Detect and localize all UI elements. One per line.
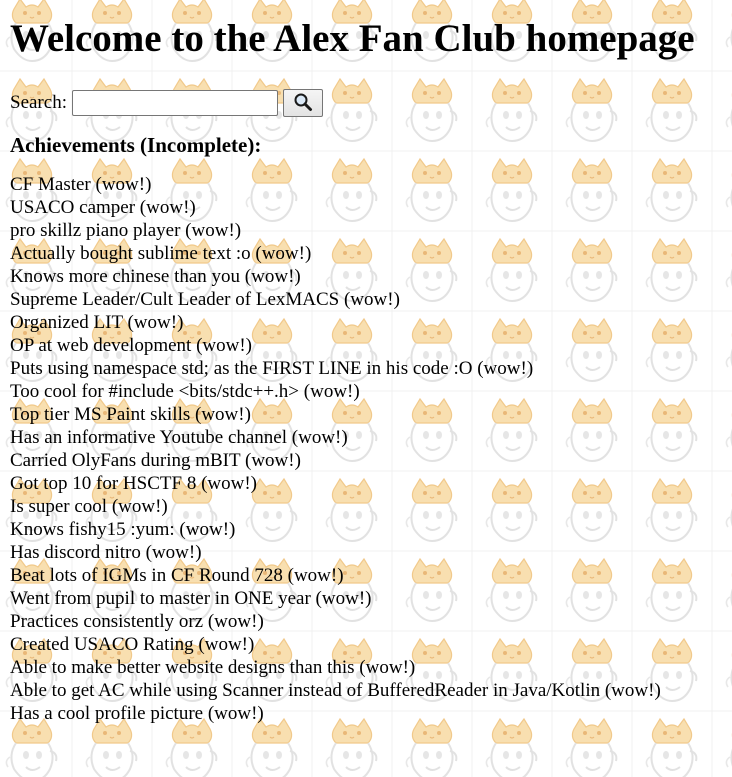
achievement-item: USACO camper (wow!) (10, 197, 196, 218)
search-button[interactable] (282, 89, 323, 117)
achievement-item: Got top 10 for HSCTF 8 (wow!) (10, 473, 257, 494)
achievement-item: Able to get AC while using Scanner inste… (10, 680, 661, 701)
achievement-item: OP at web development (wow!) (10, 335, 253, 356)
search-bar: Search: (10, 88, 722, 118)
achievement-item: pro skillz piano player (wow!) (10, 220, 242, 241)
achievements-heading: Achievements (Incomplete): (10, 133, 262, 157)
achievement-item: Top tier MS Paint skills (wow!) (10, 404, 251, 425)
achievement-item: Carried OlyFans during mBIT (wow!) (10, 450, 301, 471)
achievement-item: Actually bought sublime text :o (wow!) (10, 243, 312, 264)
achievement-item: Beat lots of IGMs in CF Round 728 (wow!) (10, 565, 344, 586)
achievement-item: Has discord nitro (wow!) (10, 542, 202, 563)
achievement-item: CF Master (wow!) (10, 174, 152, 195)
achievement-item: Too cool for #include <bits/stdc++.h> (w… (10, 381, 360, 402)
achievement-item: Has a cool profile picture (wow!) (10, 703, 264, 724)
magnifier-icon (293, 92, 313, 115)
achievements-list: CF Master (wow!) USACO camper (wow!) pro… (10, 173, 722, 725)
achievement-item: Went from pupil to master in ONE year (w… (10, 588, 372, 609)
achievement-item: Able to make better website designs than… (10, 657, 416, 678)
achievement-item: Knows more chinese than you (wow!) (10, 266, 301, 287)
page-content: Welcome to the Alex Fan Club homepage Se… (0, 0, 732, 725)
achievement-item: Puts using namespace std; as the FIRST L… (10, 358, 534, 379)
search-label: Search: (10, 92, 67, 113)
page-title: Welcome to the Alex Fan Club homepage (10, 17, 695, 60)
achievement-item: Organized LIT (wow!) (10, 312, 184, 333)
search-input[interactable] (71, 90, 278, 116)
achievement-item: Has an informative Youtube channel (wow!… (10, 427, 348, 448)
achievement-item: Knows fishy15 :yum: (wow!) (10, 519, 236, 540)
achievement-item: Practices consistently orz (wow!) (10, 611, 264, 632)
achievement-item: Created USACO Rating (wow!) (10, 634, 255, 655)
achievement-item: Supreme Leader/Cult Leader of LexMACS (w… (10, 289, 400, 310)
achievement-item: Is super cool (wow!) (10, 496, 168, 517)
